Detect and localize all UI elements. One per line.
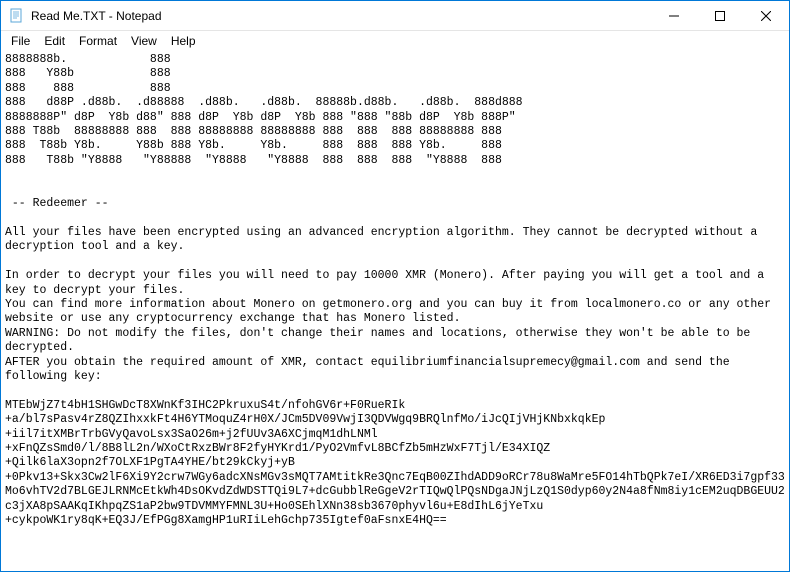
- section-header: -- Redeemer --: [5, 197, 109, 210]
- window-title: Read Me.TXT - Notepad: [31, 9, 651, 23]
- menu-edit[interactable]: Edit: [38, 32, 71, 50]
- menu-file[interactable]: File: [5, 32, 36, 50]
- window-controls: [651, 1, 789, 30]
- paragraph-warning: WARNING: Do not modify the files, don't …: [5, 327, 757, 354]
- paragraph-intro: All your files have been encrypted using…: [5, 226, 764, 253]
- menubar: File Edit Format View Help: [1, 31, 789, 51]
- menu-view[interactable]: View: [125, 32, 163, 50]
- close-button[interactable]: [743, 1, 789, 30]
- encryption-key: MTEbWjZ7t4bH1SHGwDcT8XWnKf3IHC2PkruxuS4t…: [5, 399, 785, 527]
- paragraph-contact: AFTER you obtain the required amount of …: [5, 356, 737, 383]
- menu-format[interactable]: Format: [73, 32, 123, 50]
- notepad-icon: [9, 8, 25, 24]
- paragraph-monero-info: You can find more information about Mone…: [5, 298, 778, 325]
- ascii-art: 8888888b. 888 888 Y88b 888 888 888 888 8…: [5, 53, 523, 167]
- menu-help[interactable]: Help: [165, 32, 202, 50]
- titlebar: Read Me.TXT - Notepad: [1, 1, 789, 31]
- text-area[interactable]: 8888888b. 888 888 Y88b 888 888 888 888 8…: [1, 51, 789, 571]
- maximize-button[interactable]: [697, 1, 743, 30]
- paragraph-payment: In order to decrypt your files you will …: [5, 269, 771, 296]
- minimize-button[interactable]: [651, 1, 697, 30]
